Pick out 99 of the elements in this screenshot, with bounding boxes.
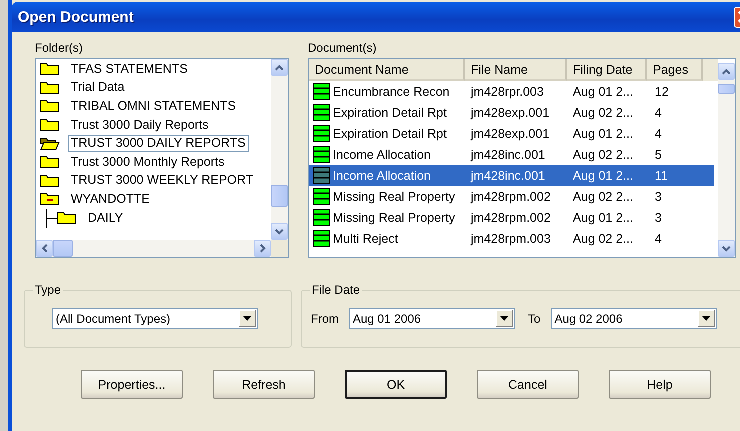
- folder-item[interactable]: Trial Data: [68, 79, 128, 96]
- scrollbar[interactable]: [718, 63, 735, 257]
- folder-item[interactable]: TRIBAL OMNI STATEMENTS: [68, 98, 240, 115]
- document-row[interactable]: Income Allocation jm428inc.001 Aug 02 2... 5: [309, 144, 714, 165]
- scroll-down-button[interactable]: [718, 240, 735, 257]
- column-header[interactable]: Filing Date: [567, 59, 647, 81]
- table-cell-text: Aug 01 2...: [572, 126, 634, 140]
- table-cell-text: jm428inc.001: [470, 148, 546, 162]
- table-cell-text: Aug 01 2...: [572, 210, 634, 224]
- table-cell-text: 5: [654, 148, 663, 162]
- table-cell-text: Aug 02 2...: [572, 148, 634, 162]
- table-cell-text: Missing Real Property: [332, 190, 456, 204]
- table-cell-text: 11: [654, 168, 669, 182]
- table-cell-text: jm428exp.001: [470, 106, 551, 120]
- scroll-thumb[interactable]: [271, 185, 288, 207]
- folder-icon: [40, 99, 60, 114]
- to-date-dropdown[interactable]: Aug 02 2006: [550, 308, 717, 329]
- folder-icon: [57, 211, 77, 226]
- scroll-up-button[interactable]: [271, 59, 288, 76]
- folder-item[interactable]: TRUST 3000 DAILY REPORTS: [68, 135, 249, 152]
- document-icon: [313, 104, 330, 121]
- folder-item[interactable]: Trust 3000 Monthly Reports: [68, 154, 228, 171]
- dropdown-arrow-icon: [243, 316, 252, 321]
- scroll-up-button[interactable]: [718, 63, 735, 80]
- folder-icon: [40, 80, 60, 95]
- table-cell-text: jm428inc.001: [470, 168, 546, 182]
- table-cell-text: Aug 02 2...: [572, 106, 634, 120]
- document-row[interactable]: Multi Reject jm428rpm.003 Aug 02 2... 4: [309, 228, 714, 249]
- table-cell-text: jm428exp.001: [470, 126, 551, 140]
- table-cell-text: Income Allocation: [332, 168, 432, 182]
- table-cell-text: Aug 02 2...: [572, 232, 634, 246]
- document-row[interactable]: Missing Real Property jm428rpm.002 Aug 02 2... 3: [309, 186, 714, 207]
- folder-item[interactable]: TFAS STATEMENTS: [68, 60, 191, 78]
- table-cell-text: Expiration Detail Rpt: [332, 106, 448, 120]
- dialog-button[interactable]: Properties...: [81, 370, 183, 399]
- table-cell-text: 4: [654, 126, 663, 140]
- scrollbar-corner: [271, 240, 288, 257]
- table-cell-text: Multi Reject: [332, 232, 400, 246]
- type-dropdown[interactable]: (All Document Types): [52, 308, 258, 329]
- document-icon: [313, 167, 330, 184]
- folder-icon: [40, 155, 60, 170]
- table-cell-text: 4: [654, 232, 663, 246]
- documents-label: Document(s): [308, 40, 378, 57]
- table-cell-text: Missing Real Property: [332, 210, 456, 224]
- folder-tree[interactable]: TFAS STATEMENTS Trial Data TRIBAL OMNI STATEMENTS Trust 3000 Daily Reports TRUST 3000 DAILY REPORTS Trust 3000 Monthly Reports TRUST 3000 WEEKLY REPORT WYANDOTTE DAILY: [35, 58, 289, 258]
- dialog-button[interactable]: Help: [609, 370, 711, 399]
- dialog-button[interactable]: Refresh: [213, 370, 315, 399]
- document-row[interactable]: Income Allocation jm428inc.001 Aug 01 2... 11: [309, 165, 714, 186]
- document-row[interactable]: Expiration Detail Rpt jm428exp.001 Aug 02 2... 4: [309, 102, 714, 123]
- table-cell-text: jm428rpr.003: [470, 84, 545, 98]
- table-cell-text: Income Allocation: [332, 148, 432, 162]
- dropdown-arrow-icon: [500, 316, 509, 321]
- table-cell-text: jm428rpm.003: [470, 232, 552, 246]
- document-icon: [313, 209, 330, 226]
- document-icon: [313, 146, 330, 163]
- document-icon: [313, 188, 330, 205]
- dialog-button[interactable]: OK: [345, 370, 447, 399]
- document-row[interactable]: Missing Real Property jm428rpm.002 Aug 01 2... 3: [309, 207, 714, 228]
- from-label: From: [311, 312, 339, 326]
- document-row[interactable]: Expiration Detail Rpt jm428exp.001 Aug 01 2... 4: [309, 123, 714, 144]
- scroll-left-button[interactable]: [36, 240, 53, 257]
- tree-line-icon: [45, 208, 57, 228]
- document-icon: [313, 125, 330, 142]
- dropdown-arrow-icon: [702, 316, 711, 321]
- to-label: To: [528, 312, 541, 326]
- table-cell-text: 3: [654, 190, 663, 204]
- table-cell-text: 12: [654, 84, 670, 98]
- table-cell-text: jm428rpm.002: [470, 210, 552, 224]
- scrollbar[interactable]: [271, 59, 288, 240]
- folder-item[interactable]: WYANDOTTE: [68, 190, 153, 208]
- table-cell-text: Expiration Detail Rpt: [332, 126, 448, 140]
- folder-icon: [40, 118, 60, 132]
- folder-icon: [40, 62, 60, 76]
- document-icon: [313, 83, 330, 100]
- document-row[interactable]: Encumbrance Recon jm428rpr.003 Aug 01 2... 12: [309, 81, 714, 102]
- folder-icon: [40, 174, 60, 188]
- window-title: Open Document: [17, 8, 134, 26]
- column-header[interactable]: File Name: [465, 59, 567, 81]
- folder-item[interactable]: TRUST 3000 WEEKLY REPORT: [68, 172, 256, 190]
- table-cell-text: jm428rpm.002: [470, 190, 552, 204]
- scroll-right-button[interactable]: [254, 240, 271, 257]
- table-cell-text: 4: [654, 106, 663, 120]
- document-icon: [313, 230, 330, 247]
- scroll-thumb[interactable]: [53, 240, 73, 257]
- scroll-thumb[interactable]: [718, 84, 735, 94]
- table-cell-text: Aug 02 2...: [572, 190, 634, 204]
- table-cell-text: Aug 01 2...: [572, 168, 634, 182]
- folders-label: Folder(s): [35, 40, 84, 57]
- column-header[interactable]: Document Name: [309, 59, 465, 81]
- table-cell-text: Encumbrance Recon: [332, 84, 451, 98]
- from-date-dropdown[interactable]: Aug 01 2006: [349, 308, 515, 329]
- horizontal-scrollbar[interactable]: [36, 240, 288, 257]
- folder-item[interactable]: Trust 3000 Daily Reports: [68, 116, 212, 134]
- column-header[interactable]: Pages: [647, 59, 703, 81]
- scroll-down-button[interactable]: [271, 223, 288, 240]
- dialog-button[interactable]: Cancel: [477, 370, 579, 399]
- folder-item[interactable]: DAILY: [85, 210, 126, 227]
- table-cell-text: Aug 01 2...: [572, 84, 634, 98]
- table-cell-text: 3: [654, 210, 663, 224]
